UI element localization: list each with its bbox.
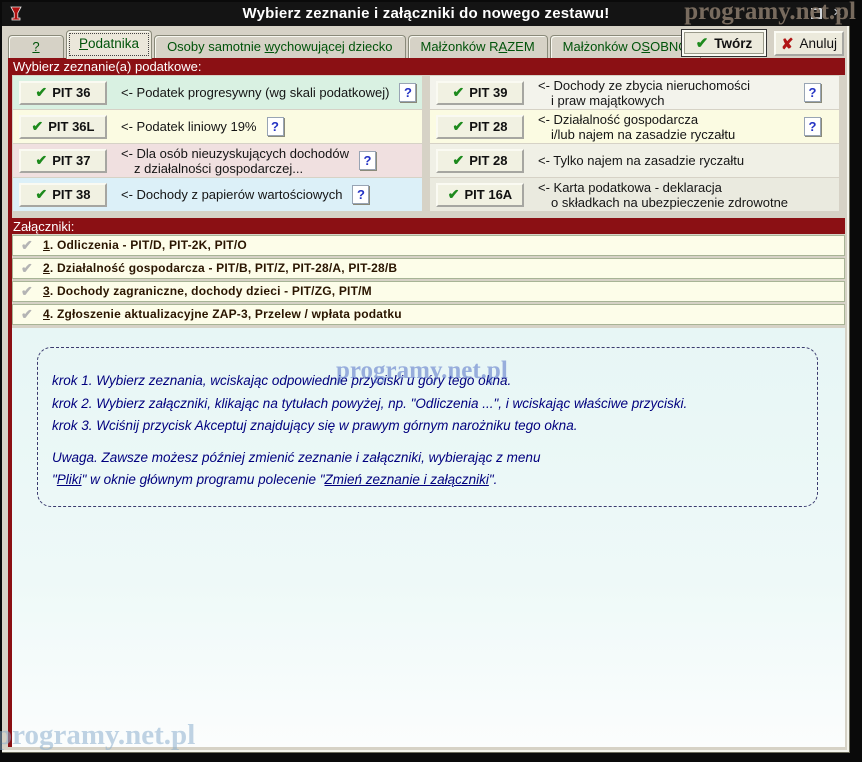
form-row-pit36l: ✔PIT 36L <- Podatek liniowy 19% ? [13,110,422,143]
pit-16a-button[interactable]: ✔PIT 16A [436,183,524,207]
form-row-pit28-dzialalnosc: ✔PIT 28 <- Działalność gospodarczai/lub … [430,110,839,143]
create-button[interactable]: ✔ Twórz [681,29,767,57]
check-icon: ✔ [21,259,33,278]
instruction-note: Uwaga. Zawsze możesz później zmienić zez… [52,447,817,492]
check-icon: ✔ [448,186,460,203]
attachment-item-odliczenia[interactable]: ✔ 1. Odliczenia - PIT/D, PIT-2K, PIT/O [12,235,845,256]
tab-malzonkow-razem[interactable]: Małżonków RAZEM [408,35,548,59]
check-icon: ✔ [21,305,33,324]
attachment-item-zap3[interactable]: ✔ 4. Zgłoszenie aktualizacyjne ZAP-3, Pr… [12,304,845,325]
check-icon: ✔ [32,118,44,135]
attachments-section-header: Załączniki: [8,218,845,234]
maximize-icon[interactable] [811,8,822,19]
tab-bar: ? Podatnika Osoby samotnie wychowującej … [8,29,701,59]
tab-podatnika[interactable]: Podatnika [66,30,152,59]
cancel-button[interactable]: ✘ Anuluj [774,31,844,56]
help-icon[interactable]: ? [399,83,416,102]
form-row-pit16a: ✔PIT 16A <- Karta podatkowa - deklaracja… [430,178,839,211]
instruction-step-2: krok 2. Wybierz załączniki, klikając na … [52,393,817,416]
pit-37-button[interactable]: ✔PIT 37 [19,149,107,173]
pit-28-najem-button[interactable]: ✔PIT 28 [436,149,524,173]
help-icon[interactable]: ? [804,83,821,102]
instruction-step-1: krok 1. Wybierz zeznania, wciskając odpo… [52,370,817,393]
check-icon: ✔ [35,84,47,101]
pit-38-button[interactable]: ✔PIT 38 [19,183,107,207]
check-icon: ✔ [452,152,464,169]
form-row-pit28-najem: ✔PIT 28 <- Tylko najem na zasadzie rycza… [430,144,839,177]
form-row-pit38: ✔PIT 38 <- Dochody z papierów wartościow… [13,178,422,211]
check-icon: ✔ [35,186,47,203]
tab-osoby-samotnie[interactable]: Osoby samotnie wychowującej dziecko [154,35,405,59]
close-icon[interactable]: ✕ [831,7,844,20]
form-row-pit36: ✔PIT 36 <- Podatek progresywny (wg skali… [13,76,422,109]
dialog-window: Wybierz zeznanie i załączniki do nowego … [0,0,862,762]
forms-section-header: Wybierz zeznanie(a) podatkowe: [8,58,845,75]
check-icon: ✔ [452,84,464,101]
help-icon[interactable]: ? [267,117,284,136]
tab-malzonkow-osobno[interactable]: Małżonków OSOBNO [550,35,702,59]
form-row-pit39: ✔PIT 39 <- Dochody ze zbycia nieruchomoś… [430,76,839,109]
check-icon: ✔ [696,34,709,52]
help-icon[interactable]: ? [804,117,821,136]
pliki-link[interactable]: Pliki [57,472,82,487]
lower-panel: krok 1. Wybierz zeznania, wciskając odpo… [12,328,845,747]
pit-36l-button[interactable]: ✔PIT 36L [19,115,107,139]
check-icon: ✔ [35,152,47,169]
check-icon: ✔ [21,282,33,301]
forms-column-left: ✔PIT 36 <- Podatek progresywny (wg skali… [13,76,422,211]
attachment-item-dzialalnosc[interactable]: ✔ 2. Działalność gospodarcza - PIT/B, PI… [12,258,845,279]
pit-28-dzialalnosc-button[interactable]: ✔PIT 28 [436,115,524,139]
help-icon[interactable]: ? [359,151,376,170]
attachments-list: ✔ 1. Odliczenia - PIT/D, PIT-2K, PIT/O ✔… [12,235,845,327]
check-icon: ✔ [452,118,464,135]
form-row-pit37: ✔PIT 37 <- Dla osób nieuzyskujących doch… [13,144,422,177]
instructions-box: krok 1. Wybierz zeznania, wciskając odpo… [37,347,818,507]
tab-help[interactable]: ? [8,35,64,59]
x-icon: ✘ [781,35,794,53]
check-icon: ✔ [21,236,33,255]
dialog-body: Wybierz zeznanie i załączniki do nowego … [2,2,850,753]
zmien-zeznanie-link[interactable]: Zmień zeznanie i załączniki [325,472,489,487]
pit-39-button[interactable]: ✔PIT 39 [436,81,524,105]
window-title: Wybierz zeznanie i załączniki do nowego … [2,5,850,22]
help-icon[interactable]: ? [352,185,369,204]
attachment-item-zagraniczne[interactable]: ✔ 3. Dochody zagraniczne, dochody dzieci… [12,281,845,302]
instruction-step-3: krok 3. Wciśnij przycisk Akceptuj znajdu… [52,415,817,438]
forms-column-right: ✔PIT 39 <- Dochody ze zbycia nieruchomoś… [430,76,839,211]
title-bar[interactable]: Wybierz zeznanie i załączniki do nowego … [2,2,850,26]
pit-36-button[interactable]: ✔PIT 36 [19,81,107,105]
